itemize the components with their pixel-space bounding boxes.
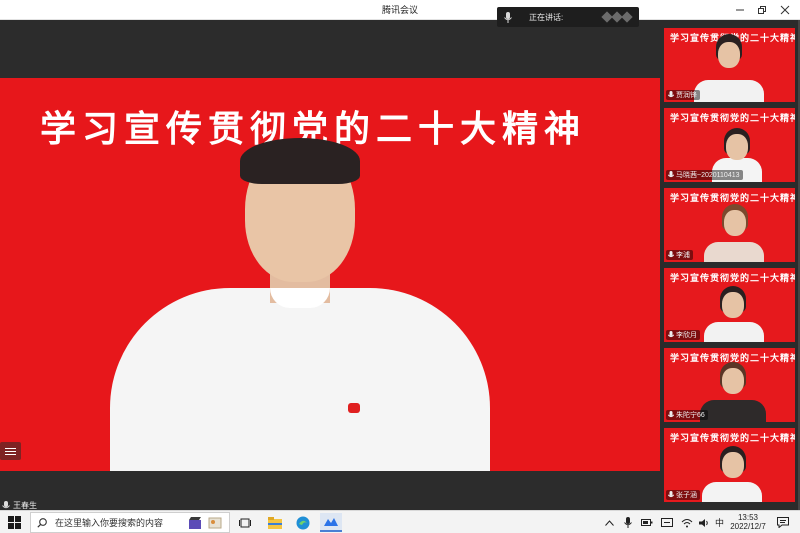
tencent-meeting-icon (324, 517, 338, 526)
notification-button[interactable] (776, 514, 790, 531)
title-bar: 腾讯会议 (0, 0, 800, 20)
participant-name: 贾润锋 (676, 92, 697, 99)
participant-label: 张子涵 (666, 490, 700, 500)
file-explorer-icon (267, 516, 282, 529)
tray-volume[interactable] (698, 514, 710, 531)
microphone-icon (2, 500, 10, 508)
participant-name: 马晓茜~2020110413 (676, 172, 740, 179)
tile-banner-text: 学习宣传贯彻党的二十大精神 (670, 194, 795, 204)
participant-tile[interactable]: 学习宣传贯彻党的二十大精神 马晓茜~2020110413 (664, 108, 795, 182)
search-icon (37, 517, 47, 528)
tray-overflow-button[interactable] (604, 514, 614, 531)
ime-indicator[interactable]: 中 (715, 516, 724, 529)
participant-name: 李欣月 (676, 332, 697, 339)
start-button[interactable] (8, 516, 21, 529)
taskbar-clock[interactable]: 13:53 2022/12/7 (726, 513, 770, 531)
main-stage: 学习宣传贯彻党的二十大精神 王春生 (0, 20, 660, 510)
participant-label: 贾润锋 (666, 90, 700, 100)
microphone-icon (668, 91, 674, 98)
speaker-name-tag: 王春生 (0, 500, 37, 510)
microphone-icon (668, 171, 674, 178)
participant-name: 朱陀宁66 (676, 412, 705, 419)
microphone-icon (668, 331, 674, 338)
close-icon (780, 5, 790, 15)
task-view-icon (238, 518, 251, 527)
microphone-icon (503, 11, 513, 23)
edge-icon (296, 516, 309, 529)
tray-dropbox[interactable] (660, 514, 674, 531)
participant-label: 朱陀宁66 (666, 410, 708, 420)
clock-date: 2022/12/7 (730, 522, 766, 531)
close-button[interactable] (777, 2, 793, 18)
participant-label: 李欣月 (666, 330, 700, 340)
clock-time: 13:53 (737, 513, 759, 522)
clapperboard-icon (189, 516, 201, 529)
windows-start-icon (8, 516, 21, 529)
chevron-up-icon (604, 519, 614, 526)
restore-button[interactable] (754, 2, 770, 18)
search-placeholder: 在这里输入你要搜索的内容 (55, 518, 164, 528)
taskbar: 在这里输入你要搜索的内容 中 13:53 2022/12/7 (0, 510, 800, 533)
participant-tile[interactable]: 学习宣传贯彻党的二十大精神 贾润锋 (664, 28, 795, 102)
participant-tile[interactable]: 学习宣传贯彻党的二十大精神 张子涵 (664, 428, 795, 502)
speaker-video-figure (110, 138, 490, 471)
main-video: 学习宣传贯彻党的二十大精神 (0, 78, 660, 471)
audio-wave-icon (601, 11, 633, 23)
participant-name: 李浦 (676, 252, 690, 259)
cloud-sync-icon (661, 517, 673, 527)
tile-banner-text: 学习宣传贯彻党的二十大精神 (670, 434, 795, 444)
tray-battery[interactable] (640, 514, 654, 531)
minimize-icon (736, 9, 744, 11)
speaker-name: 王春生 (13, 500, 37, 510)
speaking-indicator: 正在讲话: (497, 7, 639, 27)
clapperboard-app-button[interactable] (188, 514, 202, 531)
microphone-icon (668, 411, 674, 418)
wifi-icon (681, 518, 693, 527)
photo-icon (208, 517, 222, 528)
participant-label: 李浦 (666, 250, 693, 260)
participant-tile[interactable]: 学习宣传贯彻党的二十大精神 李浦 (664, 188, 795, 262)
photo-app-button[interactable] (207, 514, 223, 531)
volume-icon (698, 518, 708, 527)
participant-tile[interactable]: 学习宣传贯彻党的二十大精神 李欣月 (664, 268, 795, 342)
notification-icon (777, 517, 789, 528)
tile-banner-text: 学习宣传贯彻党的二十大精神 (670, 274, 795, 284)
restore-icon (758, 6, 766, 14)
task-view-button[interactable] (236, 514, 253, 531)
minimize-button[interactable] (732, 2, 748, 18)
microphone-icon (624, 517, 632, 528)
tray-wifi[interactable] (680, 514, 694, 531)
party-badge-icon (348, 403, 360, 413)
screen: 腾讯会议 正在讲话: 学习宣传贯彻党的二十大精神 王春生 贾润锋 学习宣传贯彻党… (0, 0, 800, 533)
microphone-icon (668, 491, 674, 498)
edge-button[interactable] (294, 514, 311, 531)
participant-sidebar: 学习宣传贯彻党的二十大精神 贾润锋 学习宣传贯彻党的二十大精神 马晓茜~2020… (660, 20, 800, 510)
file-explorer-button[interactable] (266, 514, 283, 531)
speaking-label: 正在讲话: (529, 12, 564, 22)
list-icon (5, 447, 16, 455)
tile-banner-text: 学习宣传贯彻党的二十大精神 (670, 114, 795, 124)
tray-microphone[interactable] (622, 514, 634, 531)
participant-name: 张子涵 (676, 492, 697, 499)
participant-label: 马晓茜~2020110413 (666, 170, 743, 180)
participant-tile[interactable]: 学习宣传贯彻党的二十大精神 朱陀宁66 (664, 348, 795, 422)
battery-icon (641, 519, 653, 526)
tencent-meeting-button[interactable] (320, 513, 342, 532)
window-title: 腾讯会议 (381, 5, 418, 15)
participant-list-button[interactable] (0, 442, 21, 460)
microphone-icon (668, 251, 674, 258)
